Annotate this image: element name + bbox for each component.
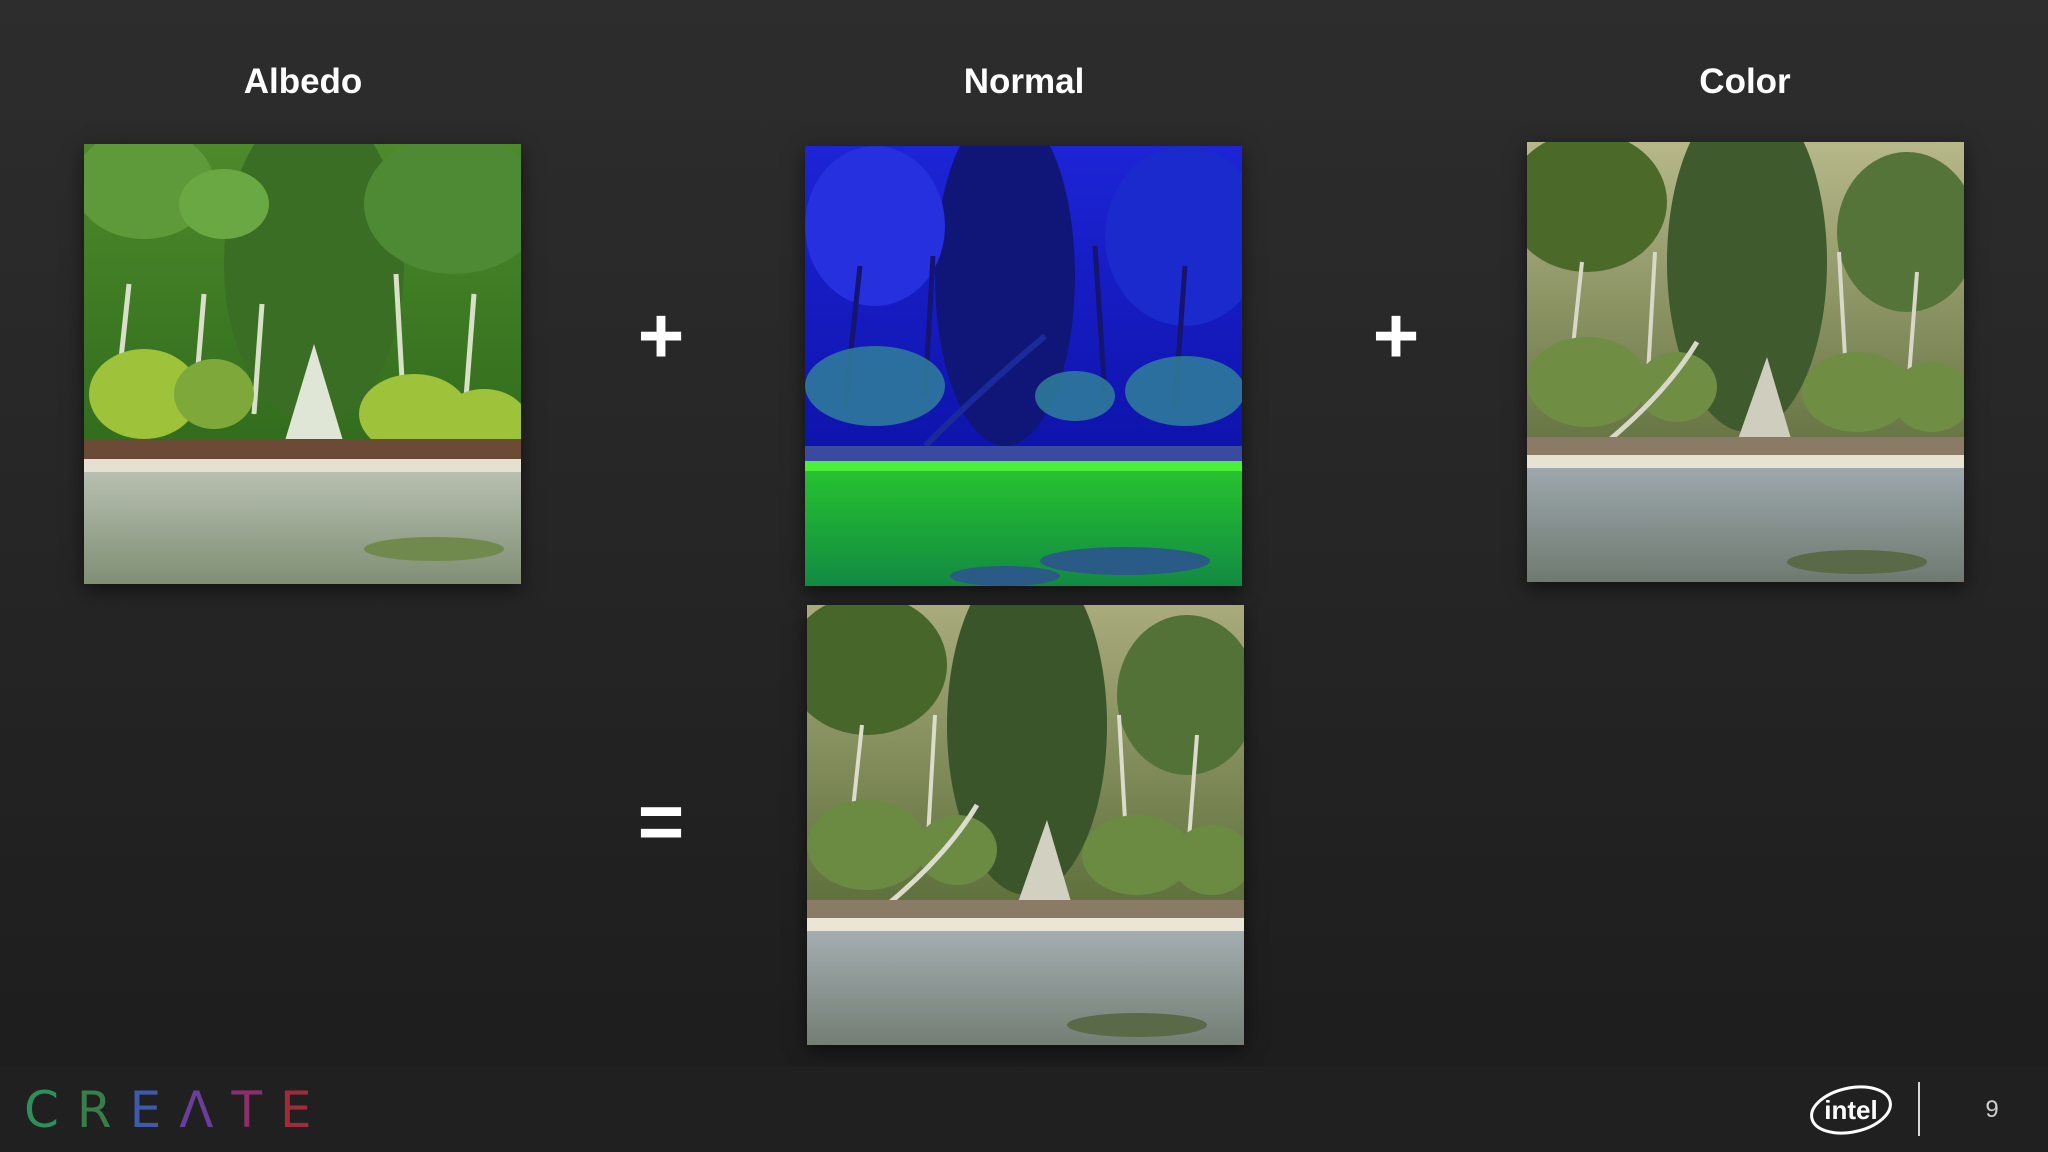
normal-label: Normal [963,62,1085,101]
result-image [807,605,1244,1045]
plus-operator-1: + [637,291,685,380]
albedo-label: Albedo [243,62,363,101]
create-logo-letter: Λ [179,1081,232,1139]
intel-logo: intel [1810,1085,1892,1135]
equals-operator: = [637,777,685,866]
create-logo-letter: R [76,1081,130,1139]
footer-divider [1918,1082,1920,1136]
create-logo-letter: T [231,1081,281,1139]
create-logo-letter: E [280,1081,330,1139]
plus-operator-2: + [1372,291,1420,380]
create-logo-letter: C [24,1081,77,1139]
normal-image [805,146,1242,586]
albedo-image [84,144,521,584]
page-number: 9 [1985,1096,1999,1123]
color-image [1527,142,1964,582]
create-logo-letter: E [129,1081,180,1139]
color-label: Color [1699,62,1791,101]
create-logo: CREΛTE [24,1080,330,1140]
svg-text:intel: intel [1824,1095,1877,1125]
